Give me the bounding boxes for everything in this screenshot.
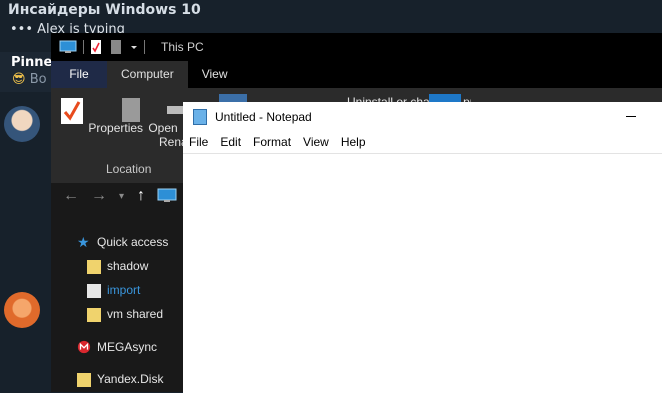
folder-icon xyxy=(77,373,91,387)
folder-icon xyxy=(87,308,101,322)
menu-edit[interactable]: Edit xyxy=(220,135,241,149)
this-pc-icon xyxy=(59,40,77,53)
nav-item-megasync[interactable]: MEGAsync xyxy=(77,339,157,355)
ribbon-tabs: File Computer View xyxy=(51,61,662,88)
menu-view[interactable]: View xyxy=(303,135,329,149)
notepad-titlebar: Untitled - Notepad xyxy=(183,102,662,132)
tab-view[interactable]: View xyxy=(188,61,242,88)
menu-bar: File Edit Format View Help xyxy=(183,132,662,152)
up-arrow-icon[interactable]: ↑ xyxy=(137,187,145,205)
pinned-preview: 😎 Bo xyxy=(12,72,47,87)
open-icon xyxy=(122,98,140,122)
nav-item-vm-shared[interactable]: vm shared xyxy=(87,306,163,322)
chat-title: Инсайдеры Windows 10 xyxy=(8,2,201,18)
notepad-window: Untitled - Notepad File Edit Format View… xyxy=(183,102,662,393)
explorer-titlebar: This PC xyxy=(51,33,662,61)
minimize-button[interactable] xyxy=(626,116,636,117)
menu-help[interactable]: Help xyxy=(341,135,366,149)
nav-item-shadow[interactable]: shadow xyxy=(87,258,148,274)
folder-icon xyxy=(87,284,101,298)
nav-label: vm shared xyxy=(107,307,164,321)
rename-button[interactable]: Rename xyxy=(159,94,183,149)
new-folder-icon[interactable] xyxy=(110,40,122,54)
rename-icon xyxy=(167,106,183,114)
avatar[interactable] xyxy=(4,106,40,142)
nav-label: import xyxy=(107,283,141,297)
properties-icon[interactable] xyxy=(90,40,102,54)
divider xyxy=(83,40,84,54)
ribbon-group-location: Location xyxy=(106,162,152,176)
nav-item-import[interactable]: import xyxy=(87,282,140,298)
properties-icon xyxy=(61,98,83,124)
chevron-down-icon[interactable] xyxy=(130,40,138,54)
nav-item-quick-access[interactable]: ★ Quick access xyxy=(77,234,168,250)
window-title: This PC xyxy=(161,40,204,54)
star-icon: ★ xyxy=(77,234,90,250)
rename-label: Rename xyxy=(159,135,183,149)
avatar[interactable] xyxy=(4,292,40,328)
notepad-icon xyxy=(193,109,207,125)
window-title: Untitled - Notepad xyxy=(215,110,312,124)
nav-label: Yandex.Disk xyxy=(97,372,164,386)
emoji-icon: 😎 xyxy=(12,72,26,87)
mega-icon xyxy=(77,340,91,354)
folder-icon xyxy=(87,260,101,274)
menu-format[interactable]: Format xyxy=(253,135,291,149)
text-editor[interactable] xyxy=(183,153,662,393)
menu-file[interactable]: File xyxy=(189,135,208,149)
chevron-down-icon[interactable]: ▾ xyxy=(119,191,124,202)
divider xyxy=(144,40,145,54)
nav-item-yandex-disk[interactable]: Yandex.Disk xyxy=(77,371,163,387)
this-pc-icon xyxy=(157,188,177,202)
nav-label: Quick access xyxy=(97,235,169,249)
forward-arrow-icon[interactable]: → xyxy=(91,187,107,205)
tab-file[interactable]: File xyxy=(51,61,107,88)
back-arrow-icon[interactable]: ← xyxy=(63,187,79,205)
nav-label: shadow xyxy=(107,259,149,273)
pinned-preview-text: Bo xyxy=(29,72,47,87)
tab-computer[interactable]: Computer xyxy=(107,61,188,88)
nav-label: MEGAsync xyxy=(97,340,158,354)
